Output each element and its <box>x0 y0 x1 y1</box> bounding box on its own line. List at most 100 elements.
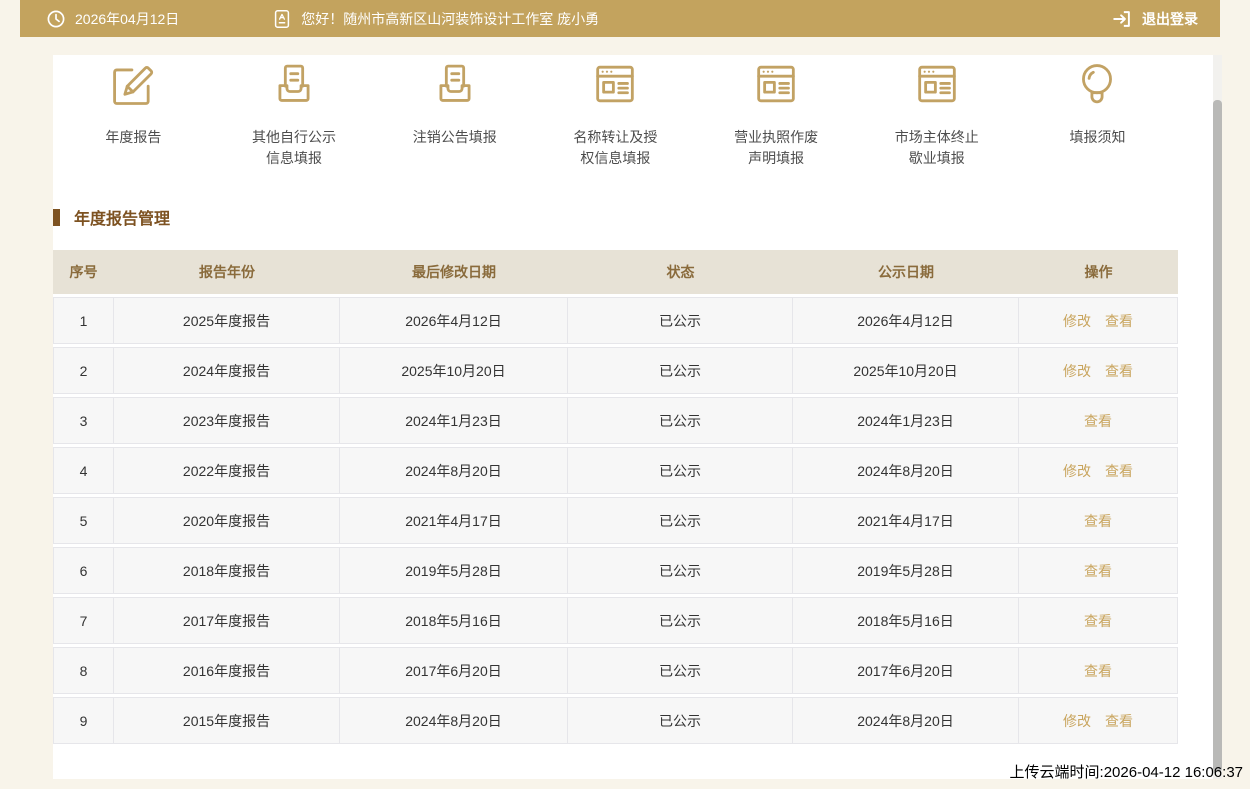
action-view-link[interactable]: 查看 <box>1084 563 1112 579</box>
table-row: 12025年度报告2026年4月12日已公示2026年4月12日修改查看 <box>53 297 1178 344</box>
table-row: 42022年度报告2024年8月20日已公示2024年8月20日修改查看 <box>53 447 1178 494</box>
annual-report-table: 序号报告年份最后修改日期状态公示日期操作 12025年度报告2026年4月12日… <box>53 247 1178 747</box>
vertical-scrollbar-thumb[interactable] <box>1213 100 1222 772</box>
table-row: 92015年度报告2024年8月20日已公示2024年8月20日修改查看 <box>53 697 1178 744</box>
action-modify-link[interactable]: 修改 <box>1063 363 1091 379</box>
action-modify-link[interactable]: 修改 <box>1063 463 1091 479</box>
modified-date-cell: 2025年10月20日 <box>340 347 568 394</box>
clock-icon <box>46 9 66 29</box>
nav-item-label: 注销公告填报 <box>413 127 497 148</box>
nav-item-label: 名称转让及授权信息填报 <box>569 127 661 169</box>
nav-item-cancellation-notice[interactable]: 注销公告填报 <box>374 58 535 169</box>
topbar-greeting: 您好！随州市高新区山河装饰设计工作室 庞小勇 <box>301 9 599 29</box>
page-title: 年度报告管理 <box>74 205 170 229</box>
actions-cell: 查看 <box>1019 597 1178 644</box>
logout-label: 退出登录 <box>1142 9 1198 29</box>
action-modify-link[interactable]: 修改 <box>1063 713 1091 729</box>
nav-item-label: 市场主体终止歇业填报 <box>891 127 983 169</box>
browser-icon <box>911 58 963 115</box>
actions-cell: 修改查看 <box>1019 297 1178 344</box>
modified-date-cell: 2024年1月23日 <box>340 397 568 444</box>
row-number-cell: 3 <box>53 397 114 444</box>
tray-doc-icon <box>268 58 320 115</box>
logout-button[interactable]: 退出登录 <box>1111 8 1198 30</box>
bulb-icon <box>1071 58 1123 115</box>
table-body: 12025年度报告2026年4月12日已公示2026年4月12日修改查看2202… <box>53 297 1178 744</box>
action-view-link[interactable]: 查看 <box>1084 663 1112 679</box>
table-row: 72017年度报告2018年5月16日已公示2018年5月16日查看 <box>53 597 1178 644</box>
browser-icon <box>589 58 641 115</box>
function-nav-row: 年度报告 其他自行公示信息填报 注销公告填报 名称转让及授权信息填报 <box>53 58 1178 169</box>
row-number-cell: 5 <box>53 497 114 544</box>
modified-date-cell: 2024年8月20日 <box>340 697 568 744</box>
browser-icon <box>750 58 802 115</box>
topbar-date: 2026年04月12日 <box>75 9 179 29</box>
column-header: 报告年份 <box>114 250 340 294</box>
action-view-link[interactable]: 查看 <box>1084 413 1112 429</box>
action-view-link[interactable]: 查看 <box>1084 513 1112 529</box>
modified-date-cell: 2019年5月28日 <box>340 547 568 594</box>
nav-item-label: 营业执照作废声明填报 <box>730 127 822 169</box>
published-date-cell: 2026年4月12日 <box>793 297 1019 344</box>
report-year-cell: 2023年度报告 <box>114 397 340 444</box>
status-cell: 已公示 <box>568 597 793 644</box>
modified-date-cell: 2024年8月20日 <box>340 447 568 494</box>
status-cell: 已公示 <box>568 647 793 694</box>
topbar-user-group: 您好！随州市高新区山河装饰设计工作室 庞小勇 <box>272 9 599 29</box>
published-date-cell: 2025年10月20日 <box>793 347 1019 394</box>
report-year-cell: 2018年度报告 <box>114 547 340 594</box>
report-year-cell: 2022年度报告 <box>114 447 340 494</box>
report-year-cell: 2025年度报告 <box>114 297 340 344</box>
table-row: 52020年度报告2021年4月17日已公示2021年4月17日查看 <box>53 497 1178 544</box>
table-row: 22024年度报告2025年10月20日已公示2025年10月20日修改查看 <box>53 347 1178 394</box>
nav-item-label: 其他自行公示信息填报 <box>248 127 340 169</box>
action-view-link[interactable]: 查看 <box>1105 313 1133 329</box>
nav-item-label: 年度报告 <box>105 127 161 148</box>
published-date-cell: 2019年5月28日 <box>793 547 1019 594</box>
topbar: 2026年04月12日 您好！随州市高新区山河装饰设计工作室 庞小勇 退出登录 <box>20 0 1220 37</box>
row-number-cell: 7 <box>53 597 114 644</box>
nav-item-label: 填报须知 <box>1069 127 1125 148</box>
topbar-date-group: 2026年04月12日 <box>46 9 179 29</box>
nav-item-license-void[interactable]: 营业执照作废声明填报 <box>696 58 857 169</box>
published-date-cell: 2021年4月17日 <box>793 497 1019 544</box>
column-header: 状态 <box>568 250 793 294</box>
column-header: 序号 <box>53 250 114 294</box>
row-number-cell: 6 <box>53 547 114 594</box>
nav-item-business-suspension[interactable]: 市场主体终止歇业填报 <box>856 58 1017 169</box>
edit-icon <box>107 58 159 115</box>
title-marker-bar <box>53 209 60 226</box>
status-cell: 已公示 <box>568 447 793 494</box>
published-date-cell: 2017年6月20日 <box>793 647 1019 694</box>
nav-item-filing-notice[interactable]: 填报须知 <box>1017 58 1178 169</box>
actions-cell: 修改查看 <box>1019 447 1178 494</box>
published-date-cell: 2018年5月16日 <box>793 597 1019 644</box>
action-view-link[interactable]: 查看 <box>1105 463 1133 479</box>
column-header: 公示日期 <box>793 250 1019 294</box>
section-title-block: 年度报告管理 <box>53 205 170 229</box>
tray-doc-icon <box>429 58 481 115</box>
table-row: 82016年度报告2017年6月20日已公示2017年6月20日查看 <box>53 647 1178 694</box>
report-year-cell: 2017年度报告 <box>114 597 340 644</box>
action-view-link[interactable]: 查看 <box>1105 713 1133 729</box>
nav-item-other-public-info[interactable]: 其他自行公示信息填报 <box>214 58 375 169</box>
action-modify-link[interactable]: 修改 <box>1063 313 1091 329</box>
status-cell: 已公示 <box>568 697 793 744</box>
nav-item-name-transfer[interactable]: 名称转让及授权信息填报 <box>535 58 696 169</box>
vertical-scrollbar-track[interactable] <box>1213 55 1222 779</box>
row-number-cell: 8 <box>53 647 114 694</box>
row-number-cell: 1 <box>53 297 114 344</box>
actions-cell: 查看 <box>1019 397 1178 444</box>
status-cell: 已公示 <box>568 347 793 394</box>
action-view-link[interactable]: 查看 <box>1105 363 1133 379</box>
table-row: 62018年度报告2019年5月28日已公示2019年5月28日查看 <box>53 547 1178 594</box>
actions-cell: 查看 <box>1019 547 1178 594</box>
published-date-cell: 2024年8月20日 <box>793 697 1019 744</box>
actions-cell: 修改查看 <box>1019 347 1178 394</box>
action-view-link[interactable]: 查看 <box>1084 613 1112 629</box>
modified-date-cell: 2021年4月17日 <box>340 497 568 544</box>
nav-item-annual-report[interactable]: 年度报告 <box>53 58 214 169</box>
status-cell: 已公示 <box>568 397 793 444</box>
report-year-cell: 2015年度报告 <box>114 697 340 744</box>
report-year-cell: 2020年度报告 <box>114 497 340 544</box>
